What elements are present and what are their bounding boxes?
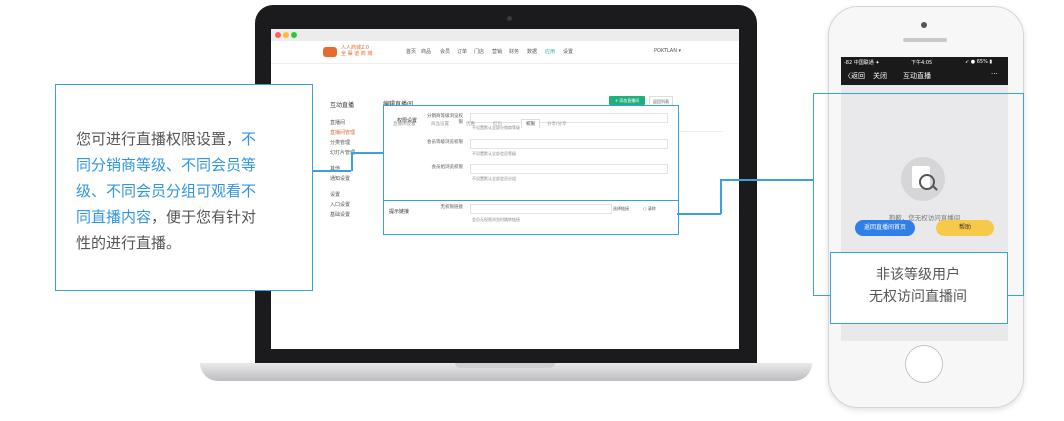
- nav-item[interactable]: 应用: [545, 48, 555, 55]
- more-menu-icon[interactable]: ···: [991, 70, 998, 78]
- tab-item[interactable]: 优惠: [466, 121, 475, 127]
- tab-item[interactable]: 直播间设置: [393, 121, 416, 127]
- carrier-label: -82 中国联通 ✦: [844, 60, 880, 66]
- connector-line: [351, 152, 353, 171]
- connector-line: [351, 152, 383, 154]
- user-menu[interactable]: POKTLAN ▾: [654, 48, 681, 54]
- connector-line: [720, 179, 813, 181]
- connector-line: [720, 179, 722, 214]
- tab-item[interactable]: 商品设置: [431, 121, 449, 127]
- nav-item[interactable]: 数据: [527, 48, 537, 55]
- sidebar-item[interactable]: 设置: [330, 191, 340, 198]
- laptop-camera: [507, 16, 512, 21]
- nav-item[interactable]: 首页: [406, 48, 416, 55]
- feature-callout-text: 您可进行直播权限设置，不 同分销商等级、不同会员等 级、不同会员分组可观看不 同…: [76, 130, 257, 252]
- phone-status-bar: -82 中国联通 ✦ 下午4:05 ➶ ● 65% ▮: [841, 57, 1008, 67]
- back-button[interactable]: 〈返回: [844, 71, 865, 81]
- tab-item[interactable]: 分享/分享: [547, 121, 567, 127]
- sidebar-item[interactable]: 入口设置: [330, 201, 350, 208]
- home-button[interactable]: [905, 345, 943, 383]
- phone-callout-text: 非该等级用户 无权访问直播间: [869, 267, 967, 305]
- minimize-dot[interactable]: [283, 32, 289, 38]
- connector-line: [311, 170, 351, 172]
- laptop-screen: 人人商城2.0全 渠 道 商 城 POKTLAN ▾ 互动直播 编辑直播间 + …: [271, 29, 739, 349]
- nav-item[interactable]: 营销: [492, 48, 502, 55]
- clock-label: 下午4:05: [911, 60, 933, 66]
- tip-section-title: 提示链接: [389, 209, 410, 215]
- choose-link-button[interactable]: 选择链接: [613, 206, 629, 212]
- nav-item[interactable]: 商品: [421, 48, 431, 55]
- close-dot[interactable]: [275, 32, 281, 38]
- close-button[interactable]: 关闭: [873, 71, 887, 81]
- no-permission-link-input[interactable]: [470, 204, 612, 214]
- logo-text: 人人商城2.0 全 渠 道 商 城: [341, 45, 373, 57]
- tip-link-hint: 会员无权限浏览时跳转链接: [472, 217, 520, 222]
- sidebar-item[interactable]: 通知设置: [330, 175, 350, 182]
- phone-nav-bar: 〈返回 关闭 互动直播 ···: [841, 67, 1008, 85]
- perm-hint-member-group: 不设置默认全部会员分组: [472, 176, 516, 181]
- sidebar-title: 互动直播: [330, 102, 355, 109]
- perm-label-member-group: 会员组浏览权限: [431, 165, 464, 170]
- member-group-select[interactable]: [470, 164, 668, 174]
- tab-item[interactable]: 红包: [493, 121, 502, 127]
- nav-item[interactable]: 会员: [440, 48, 450, 55]
- clear-link-button[interactable]: ○ 清除: [643, 206, 656, 212]
- perm-hint-member-level: 不设置默认全部会员等级: [472, 151, 516, 156]
- nav-item[interactable]: 设置: [563, 48, 573, 55]
- nav-item[interactable]: 订单: [457, 48, 467, 55]
- laptop-notch: [455, 363, 555, 368]
- phone-speaker: [903, 38, 947, 42]
- connector-line: [677, 213, 721, 215]
- phone-page-title: 互动直播: [903, 72, 931, 80]
- nav-item[interactable]: 门店: [474, 48, 484, 55]
- battery-label: ➶ ● 65% ▮: [965, 59, 993, 65]
- nav-item[interactable]: 财务: [509, 48, 519, 55]
- tip-link-label: 无权限链接: [440, 205, 464, 210]
- sidebar-item[interactable]: 分类管理: [330, 139, 350, 146]
- perm-label-member-level: 会员等级浏览权限: [427, 140, 463, 145]
- maximize-dot[interactable]: [291, 32, 297, 38]
- sidebar-item[interactable]: 直播间: [330, 119, 345, 126]
- front-camera: [921, 22, 927, 28]
- sidebar-item[interactable]: 直播间管理: [330, 129, 355, 136]
- add-live-room-button[interactable]: + 添加直播间: [609, 96, 645, 105]
- member-level-select[interactable]: [470, 139, 668, 149]
- logo-icon: [323, 47, 337, 57]
- tab-item[interactable]: 权限: [521, 119, 540, 128]
- sidebar-item[interactable]: 基础设置: [330, 211, 350, 218]
